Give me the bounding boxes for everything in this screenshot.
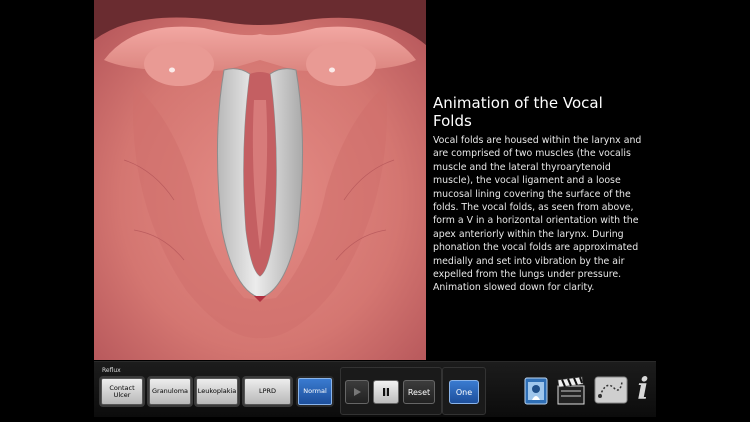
- pause-icon: [383, 388, 389, 396]
- info-title: Animation of the Vocal Folds: [433, 94, 603, 130]
- play-icon: [354, 388, 361, 396]
- reset-button[interactable]: Reset: [403, 380, 435, 404]
- bottom-toolbar: Reflux Contact Ulcer Granuloma Leukoplak…: [94, 361, 656, 417]
- path-button[interactable]: [594, 374, 628, 406]
- normal-button[interactable]: Normal: [298, 378, 332, 405]
- leukoplakia-button[interactable]: Leukoplakia: [196, 378, 238, 405]
- video-button[interactable]: [556, 374, 586, 406]
- pause-button[interactable]: [373, 380, 399, 404]
- path-icon: [594, 376, 628, 404]
- stroboscope-icon: [524, 377, 548, 405]
- vocal-folds-illustration: [94, 0, 426, 360]
- granuloma-button[interactable]: Granuloma: [149, 378, 191, 405]
- group-label: Reflux: [102, 367, 121, 374]
- stroboscope-button[interactable]: [524, 374, 548, 406]
- contact-ulcer-button[interactable]: Contact Ulcer: [101, 378, 143, 405]
- info-panel: Animation of the Vocal Folds Vocal folds…: [433, 94, 643, 295]
- mode-panel: One: [442, 367, 486, 415]
- clapperboard-icon: [557, 376, 585, 405]
- playback-controls: Reset: [340, 367, 442, 415]
- info-body: Vocal folds are housed within the larynx…: [433, 135, 642, 294]
- lprd-button[interactable]: LPRD: [244, 378, 291, 405]
- info-button[interactable]: i: [634, 374, 652, 406]
- info-icon: i: [637, 372, 649, 407]
- play-button[interactable]: [345, 380, 369, 404]
- larynx-drawing: [94, 0, 426, 360]
- one-button[interactable]: One: [449, 380, 479, 404]
